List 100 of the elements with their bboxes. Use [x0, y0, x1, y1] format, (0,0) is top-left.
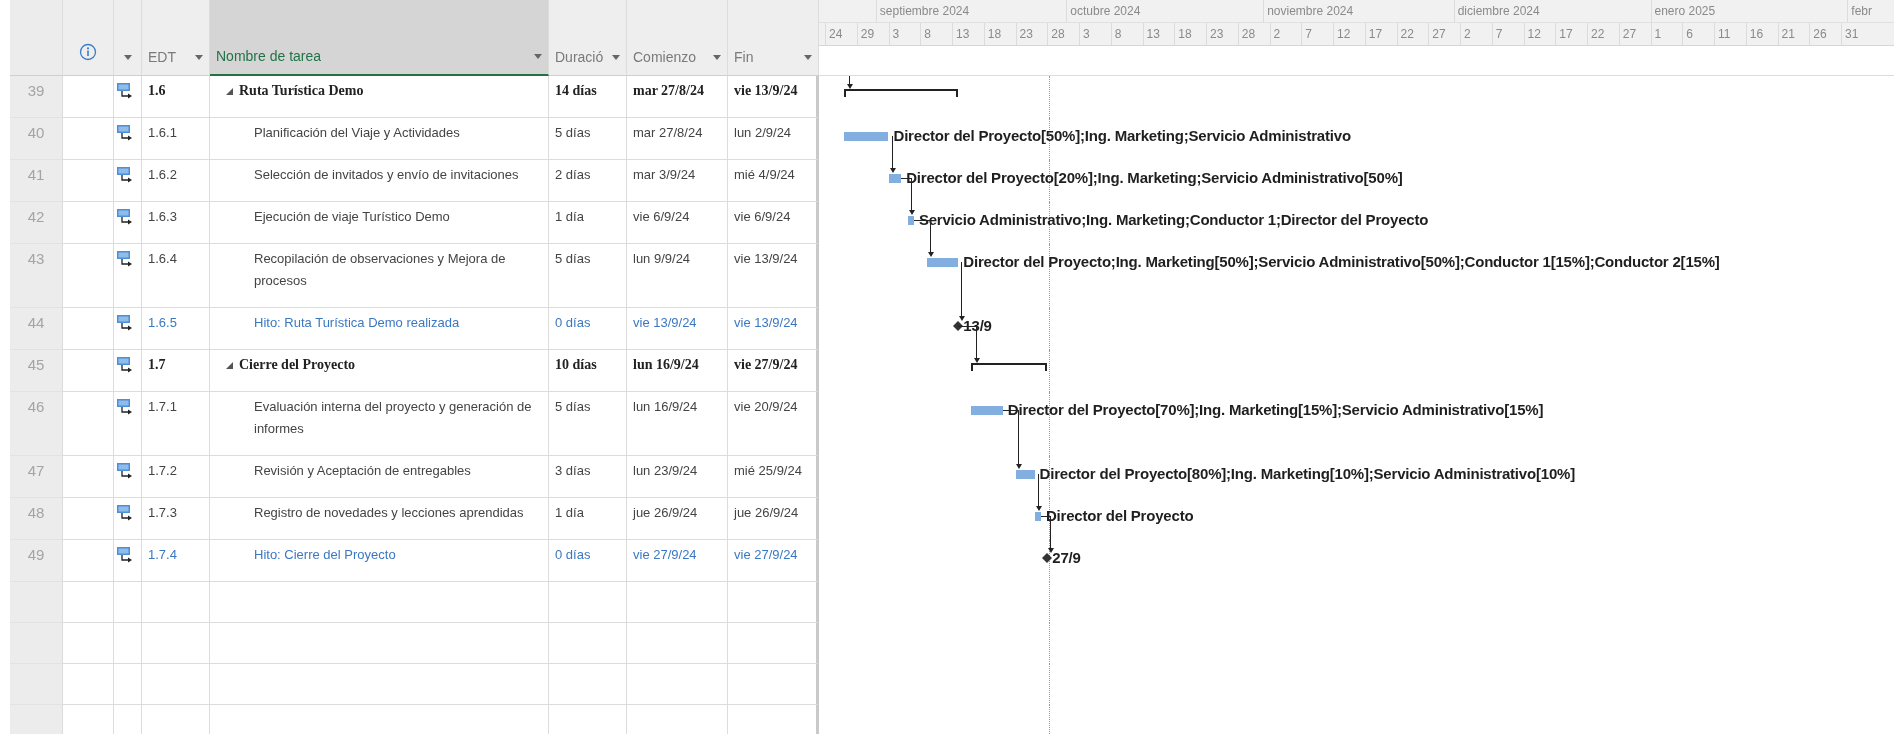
- duration-cell: 2 días: [549, 160, 627, 202]
- column-header[interactable]: Duració: [549, 0, 627, 76]
- empty-cell: [114, 623, 142, 664]
- resource-label: Director del Proyecto[20%];Ing. Marketing;Servicio Administrativo[50%]: [906, 169, 1403, 187]
- row-number-cell[interactable]: 48: [10, 498, 63, 540]
- caret-icon: [534, 54, 542, 59]
- task-name: Registro de novedades y lecciones aprendidas: [254, 504, 525, 522]
- caret-icon: [195, 55, 203, 60]
- day-label: 27: [1622, 26, 1637, 43]
- dependency-arrow: [846, 76, 854, 89]
- wbs-cell: 1.6: [142, 76, 210, 118]
- day-label: 13: [1146, 26, 1160, 43]
- day-label: 8: [924, 26, 931, 43]
- row-number-cell[interactable]: [10, 623, 63, 664]
- column-header[interactable]: Nombre de tarea: [210, 0, 549, 76]
- day-label: 12: [1337, 26, 1351, 43]
- start-date-cell: mar 3/9/24: [627, 160, 728, 202]
- day-label: 2: [1464, 26, 1471, 43]
- row-number-cell[interactable]: 40: [10, 118, 63, 160]
- duration-cell: 3 días: [549, 456, 627, 498]
- task-name: Selección de invitados y envío de invitaciones: [254, 166, 520, 184]
- row-number-cell[interactable]: 42: [10, 202, 63, 244]
- row-number-cell[interactable]: [10, 664, 63, 705]
- task-bar: [1034, 512, 1041, 521]
- start-date-cell: vie 27/9/24: [627, 540, 728, 582]
- empty-cell: [142, 664, 210, 705]
- day-label: 27: [1432, 26, 1446, 43]
- task-name: Hito: Ruta Turística Demo realizada: [254, 314, 461, 332]
- duration-cell: 0 días: [549, 308, 627, 350]
- day-label: 18: [1178, 26, 1192, 43]
- month-label: octubre 2024: [1070, 3, 1141, 20]
- caret-icon: [713, 55, 721, 60]
- start-date-cell: lun 16/9/24: [627, 350, 728, 392]
- collapse-icon[interactable]: [226, 362, 233, 369]
- day-label: 1: [1654, 26, 1662, 43]
- resource-label: Servicio Administrativo;Ing. Marketing;Conductor 1;Director del Proyecto: [918, 211, 1429, 229]
- task-name: Revisión y Aceptación de entregables: [254, 462, 472, 480]
- column-header[interactable]: EDT: [142, 0, 210, 76]
- duration-cell: 5 días: [549, 118, 627, 160]
- finish-date-cell: vie 27/9/24: [728, 350, 819, 392]
- day-label: 29: [860, 26, 875, 43]
- column-header[interactable]: Fin: [728, 0, 819, 76]
- resource-label: Director del Proyecto[70%];Ing. Marketing[15%];Servicio Administrativo[15%]: [1007, 401, 1544, 419]
- day-label: 3: [1083, 26, 1090, 43]
- day-label: 21: [1781, 26, 1795, 43]
- start-date-cell: jue 26/9/24: [627, 498, 728, 540]
- finish-date-cell: jue 26/9/24: [728, 498, 819, 540]
- day-label: 11: [1718, 26, 1731, 43]
- finish-date-cell: vie 13/9/24: [728, 308, 819, 350]
- screen-arrow-icon: [116, 462, 134, 480]
- task-bar: [926, 258, 959, 267]
- screen-arrow-icon: [116, 356, 134, 374]
- empty-cell: [142, 582, 210, 623]
- day-label: 18: [987, 26, 1002, 43]
- task-bar: [1015, 470, 1035, 479]
- screen-arrow-icon: [116, 82, 134, 100]
- row-number-cell[interactable]: 47: [10, 456, 63, 498]
- task-mode-header[interactable]: [114, 0, 142, 76]
- finish-date-cell: vie 20/9/24: [728, 392, 819, 456]
- screen-arrow-icon: [116, 166, 134, 184]
- day-label: 23: [1019, 26, 1033, 43]
- resource-label: 27/9: [1052, 549, 1081, 567]
- resource-label: Director del Proyecto[50%];Ing. Marketing;Servicio Administrativo: [893, 127, 1351, 145]
- row-number-cell[interactable]: 49: [10, 540, 63, 582]
- finish-date-cell: vie 27/9/24: [728, 540, 819, 582]
- day-label: 7: [1305, 26, 1312, 43]
- caret-icon: [612, 55, 620, 60]
- row-number-cell[interactable]: 39: [10, 76, 63, 118]
- month-label: diciembre 2024: [1457, 3, 1540, 20]
- duration-cell: 5 días: [549, 244, 627, 308]
- resource-label: Director del Proyecto: [1045, 507, 1194, 525]
- row-number-cell[interactable]: [10, 705, 63, 734]
- day-label: 17: [1368, 26, 1383, 43]
- caret-icon: [123, 55, 132, 60]
- row-number-cell[interactable]: [10, 582, 63, 623]
- finish-date-cell: vie 13/9/24: [728, 76, 819, 118]
- day-label: 22: [1591, 26, 1605, 43]
- column-header[interactable]: Comienzo: [627, 0, 728, 76]
- row-number-cell[interactable]: 45: [10, 350, 63, 392]
- day-label: 31: [1845, 26, 1859, 43]
- wbs-cell: 1.7: [142, 350, 210, 392]
- collapse-icon[interactable]: [226, 88, 233, 95]
- day-label: 6: [1686, 26, 1693, 43]
- day-label: 8: [1114, 26, 1122, 43]
- start-date-cell: mar 27/8/24: [627, 76, 728, 118]
- day-label: 12: [1527, 26, 1541, 43]
- screen-arrow-icon: [116, 398, 134, 416]
- start-date-cell: lun 9/9/24: [627, 244, 728, 308]
- indicators-header[interactable]: [63, 0, 114, 76]
- month-label: noviembre 2024: [1267, 3, 1354, 20]
- duration-cell: 1 día: [549, 498, 627, 540]
- row-number-cell[interactable]: 46: [10, 392, 63, 456]
- task-name: Ruta Turística Demo: [239, 82, 365, 100]
- row-number-cell[interactable]: 44: [10, 308, 63, 350]
- task-name: Planificación del Viaje y Actividades: [254, 124, 461, 142]
- select-all-corner[interactable]: [10, 0, 63, 76]
- row-number-cell[interactable]: 43: [10, 244, 63, 308]
- day-label: 3: [892, 26, 900, 43]
- resource-label: 13/9: [963, 317, 992, 335]
- row-number-cell[interactable]: 41: [10, 160, 63, 202]
